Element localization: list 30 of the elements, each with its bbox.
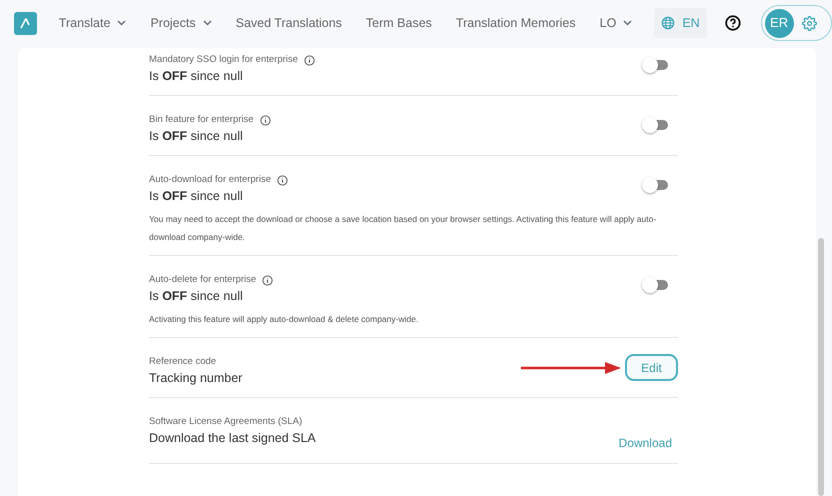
nav-item[interactable]: Saved Translations	[236, 14, 342, 32]
setting-value: Is OFF since null	[149, 128, 243, 144]
edit-button[interactable]: Edit	[625, 354, 678, 381]
nav-item[interactable]: Translation Memories	[456, 14, 576, 32]
help-icon[interactable]	[724, 15, 741, 31]
setting-label: Reference code	[149, 356, 216, 368]
language-button[interactable]: EN	[654, 8, 707, 38]
settings-icon[interactable]	[802, 16, 817, 30]
nav-item[interactable]: Projects	[150, 14, 212, 32]
setting-value: Download the last signed SLA	[149, 430, 316, 446]
account-pill[interactable]: ER	[760, 5, 832, 41]
nav-item[interactable]: LO	[600, 14, 632, 32]
setting-label: Software License Agreements (SLA)	[149, 416, 302, 428]
setting-description: Activating this feature will apply auto-download & delete company-wide.	[149, 313, 420, 326]
setting-value: Is OFF since null	[149, 188, 243, 204]
setting-label: Auto-delete for enterprise	[149, 274, 256, 286]
scrollbar-thumb[interactable]	[818, 238, 824, 496]
setting-description: You may need to accept the download or choose a save location based on your browser settings. Activating this feature will apply auto-download company-wide.	[149, 213, 658, 244]
globe-icon	[661, 16, 676, 30]
setting-value: Is OFF since null	[149, 68, 243, 84]
nav-item[interactable]: Term Bases	[366, 14, 432, 32]
setting-label: Auto-download for enterprise	[149, 174, 271, 186]
setting-value: Tracking number	[149, 370, 242, 386]
setting-label: Bin feature for enterprise	[149, 114, 254, 126]
nav-item[interactable]: Translate	[58, 14, 126, 32]
download-link[interactable]: Download	[618, 434, 672, 452]
avatar[interactable]: ER	[764, 8, 794, 38]
logo-icon[interactable]	[14, 12, 37, 34]
setting-value: Is OFF since null	[149, 288, 243, 304]
setting-label: Mandatory SSO login for enterprise	[149, 54, 298, 66]
